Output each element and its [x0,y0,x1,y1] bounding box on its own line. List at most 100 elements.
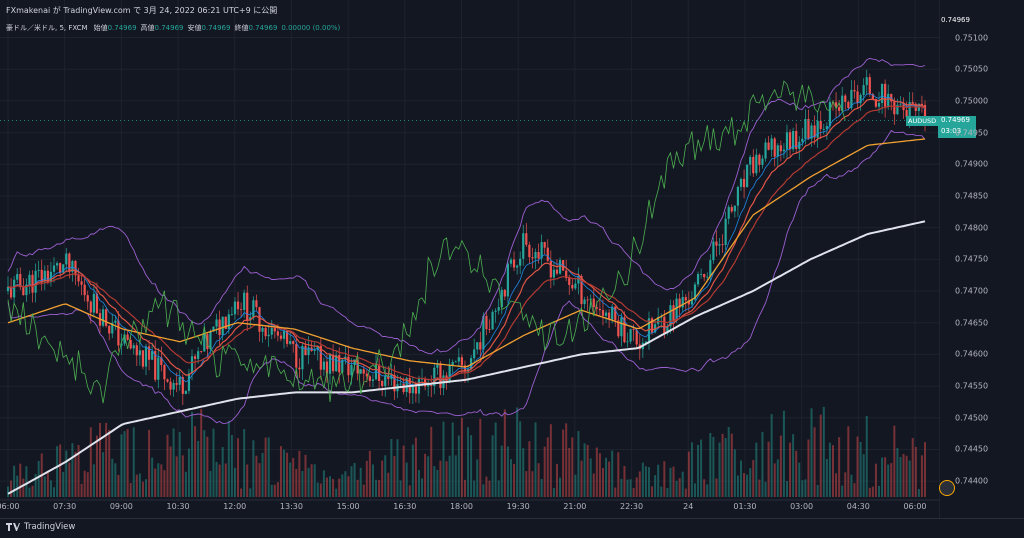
candle-body [144,346,148,367]
candle-body [862,85,865,95]
time-axis-label: 21:00 [563,502,587,511]
candle-body [543,242,546,248]
volume-bar [56,446,59,497]
volume-bar [408,485,411,497]
candle-body [546,247,549,261]
candle-body [193,356,197,359]
candle-body [684,297,687,301]
volume-bar [574,474,577,497]
volume-bar [712,436,715,497]
volume-bar [46,471,49,497]
volume-bar [476,459,479,497]
volume-bar [209,470,212,497]
tradingview-logo[interactable]: TradingView [6,522,75,532]
candle-body [485,315,488,330]
ohlc-high-value: 0.74969 [154,24,184,32]
candle-body [59,263,62,273]
symbol-tag: AUDUSD [906,115,939,126]
volume-bar [684,488,687,497]
volume-bar [605,457,608,497]
time-axis-label: 07:30 [53,502,77,511]
candle-body [868,77,871,95]
candle-body [528,244,531,258]
volume-bar [25,466,28,497]
volume-bar [666,488,669,497]
volume-bar [178,431,181,497]
candle-body [138,350,141,356]
ohlc-open-value: 0.74969 [107,24,137,32]
volume-bar [494,422,497,497]
volume-bar [10,480,13,497]
volume-bar [387,472,390,497]
volume-bar [816,484,819,497]
volume-bar [917,488,920,497]
candle-body [460,357,463,366]
time-axis-label: 01:30 [733,502,757,511]
volume-bar [172,428,175,497]
volume-bar [381,460,384,497]
volume-bar [583,443,586,497]
candle-body [439,363,442,389]
candle-body [555,269,559,274]
candle-body [899,104,902,106]
volume-bar [847,426,850,497]
volume-bar [28,487,31,497]
candle-body [368,376,371,381]
volume-bar [467,427,470,497]
candle-body [289,341,292,344]
price-chart[interactable] [0,0,940,518]
volume-bar [304,454,307,497]
candle-body [730,207,733,212]
volume-bar [49,480,52,497]
volume-bar [785,481,788,497]
price-axis-label: 0.74600 [955,349,989,359]
volume-bar [154,468,157,497]
volume-bar [586,444,589,497]
price-axis-label: 0.74500 [955,413,989,423]
candle-body [488,329,491,330]
candle-body [233,301,237,315]
volume-bar [74,451,77,497]
volume-bar [503,409,506,497]
volume-bar [313,464,316,497]
price-axis[interactable] [940,0,1024,537]
candle-body [525,233,528,245]
candle-body [427,384,430,387]
volume-bar [595,447,598,497]
candle-body [399,383,402,385]
candle-body [816,120,819,138]
candle-body [727,207,730,219]
candle-body [246,292,249,321]
volume-bar [727,427,730,497]
volume-bar [341,474,344,497]
volume-bar [601,468,604,497]
volume-bar [546,437,549,497]
volume-bar [230,435,233,497]
candle-body [108,325,111,334]
candle-body [663,316,666,334]
volume-bar [549,424,552,497]
volume-bar [295,469,298,497]
volume-bar [169,446,172,497]
candle-body [733,205,736,212]
ohlc-close-value: 0.74969 [248,24,278,32]
volume-bar [810,408,813,497]
volume-bar [289,462,292,497]
goto-realtime-icon[interactable] [939,480,955,496]
volume-bar [623,466,626,497]
candle-body [276,331,279,336]
volume-bar [129,482,132,497]
volume-bar [571,437,574,497]
volume-bar [252,440,255,497]
volume-bar [350,466,353,497]
candle-body [77,275,80,282]
candle-body [135,345,138,356]
candle-body [819,120,822,130]
candle-body [218,319,221,336]
candle-body [28,274,31,285]
volume-bar [187,448,190,497]
candle-body [243,292,246,310]
candle-body [83,284,86,296]
candle-body [381,380,384,387]
volume-bar [675,480,678,497]
